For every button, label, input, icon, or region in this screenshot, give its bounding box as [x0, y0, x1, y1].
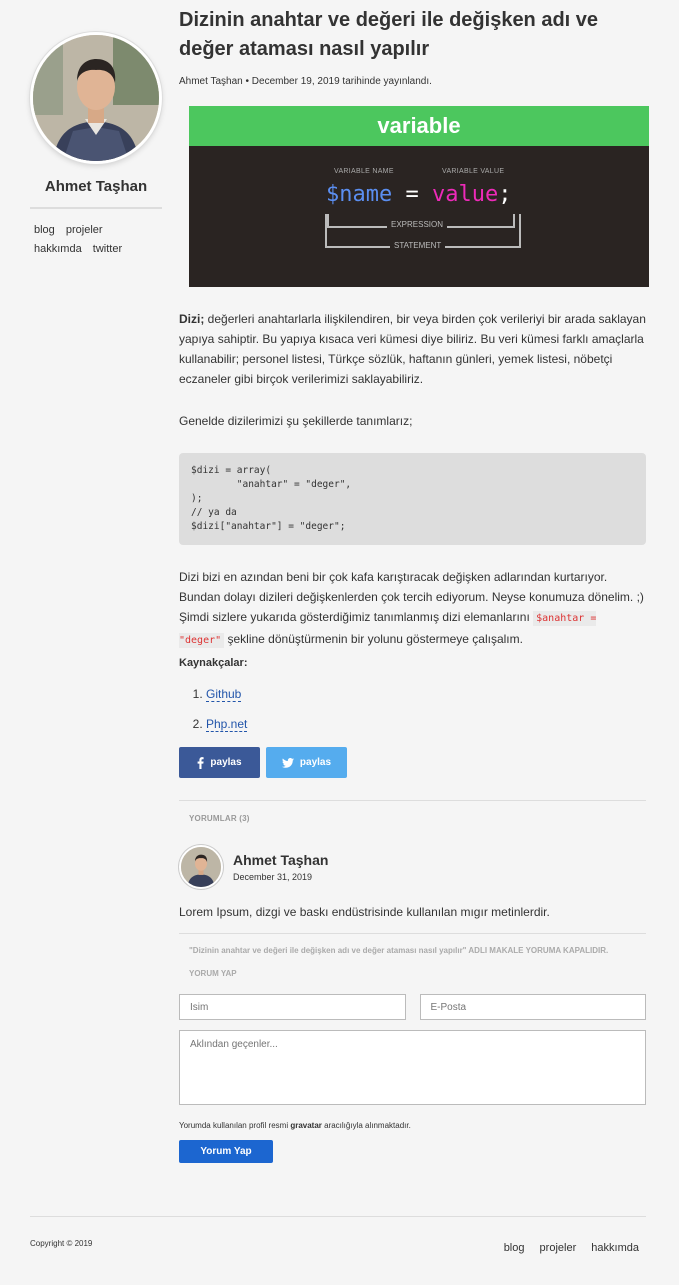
twitter-share-label: paylas [299, 757, 332, 768]
twitter-share-button[interactable]: paylas [266, 747, 347, 778]
gravatar-note-post: aracılığıyla alınmaktadır. [321, 1121, 411, 1130]
source-link-github[interactable]: Github [206, 687, 242, 702]
footer-nav-hakkimda[interactable]: hakkımda [591, 1242, 639, 1254]
nav-hakkimda[interactable]: hakkımda [34, 243, 82, 255]
comment-author-photo [181, 847, 221, 887]
author-photo [33, 35, 159, 161]
sidebar-nav: blog projeler hakkımda twitter [30, 221, 162, 259]
comments-divider [179, 800, 646, 801]
comments-closed-notice: "Dizinin anahtar ve değeri ile değişken … [189, 946, 609, 955]
footer-nav: blog projeler hakkımda [492, 1242, 639, 1254]
hero-heading: variable [189, 106, 649, 146]
define-paragraph: Genelde dizilerimizi şu şekillerde tanım… [179, 414, 413, 428]
share-buttons: paylas paylas [179, 747, 646, 778]
comment-avatar [179, 845, 223, 889]
list-item: Php.net [206, 717, 646, 732]
hero-label-value: VARIABLE VALUE [442, 168, 505, 175]
comment-author: Ahmet Taşhan [233, 852, 329, 868]
reply-divider [179, 933, 646, 934]
hero-image: variable VARIABLE NAME VARIABLE VALUE $n… [189, 106, 649, 287]
reply-form-row [179, 994, 646, 1020]
footer-nav-blog[interactable]: blog [504, 1242, 525, 1254]
intro-text: değerleri anahtarlarla ilişkilendiren, b… [179, 312, 646, 386]
sidebar-divider [30, 207, 162, 209]
intro-paragraph: Dizi; değerleri anahtarlarla ilişkilendi… [179, 309, 646, 389]
statement-label: STATEMENT [390, 241, 446, 250]
nav-blog[interactable]: blog [34, 224, 55, 236]
comment-text: Lorem Ipsum, dizgi ve baskı endüstrisind… [179, 905, 550, 919]
facebook-icon [198, 756, 205, 769]
message-textarea[interactable] [179, 1030, 646, 1105]
hero-code-value: value [431, 182, 499, 207]
sources-title: Kaynakçalar: [179, 657, 248, 669]
nav-projeler[interactable]: projeler [66, 224, 103, 236]
post-title: Dizinin anahtar ve değeri ile değişken a… [179, 9, 599, 60]
list-item: Github [206, 687, 646, 702]
body-tail: şekline dönüştürmenin bir yolunu gösterm… [224, 632, 523, 646]
footer-divider [30, 1216, 646, 1217]
hero-code: $name = value; [326, 182, 511, 207]
name-input[interactable] [179, 994, 406, 1020]
hero-label-name: VARIABLE NAME [334, 168, 394, 175]
footer-nav-projeler[interactable]: projeler [540, 1242, 577, 1254]
comment-meta: Ahmet Taşhan December 31, 2019 [233, 852, 328, 882]
comment: Ahmet Taşhan December 31, 2019 [179, 845, 646, 889]
sources-list: Github Php.net [179, 687, 646, 732]
code-block: $dizi = array( "anahtar" = "deger", ); /… [179, 453, 646, 545]
body-paragraph: Dizi bizi en azından beni bir çok kafa k… [179, 567, 646, 651]
sidebar: Ahmet Taşhan blog projeler hakkımda twit… [30, 32, 162, 259]
comments-header: YORUMLAR (3) [189, 814, 250, 823]
gravatar-link[interactable]: gravatar [290, 1121, 322, 1130]
intro-bold: Dizi; [179, 312, 205, 326]
post: Dizinin anahtar ve değeri ile değişken a… [179, 6, 649, 1163]
submit-comment-button[interactable]: Yorum Yap [179, 1140, 273, 1163]
twitter-icon [281, 757, 294, 768]
post-meta: Ahmet Taşhan • December 19, 2019 tarihin… [179, 76, 432, 87]
source-link-phpnet[interactable]: Php.net [206, 717, 248, 732]
gravatar-note-pre: Yorumda kullanılan profil resmi [179, 1121, 291, 1130]
comment-date: December 31, 2019 [233, 872, 313, 882]
author-name: Ahmet Taşhan [44, 178, 148, 195]
copyright: Copyright © 2019 [30, 1239, 93, 1248]
email-input[interactable] [419, 994, 646, 1020]
facebook-share-button[interactable]: paylas [179, 747, 260, 778]
avatar[interactable] [30, 32, 162, 164]
reply-header: YORUM YAP [189, 969, 237, 978]
hero-code-semi: ; [498, 182, 512, 207]
facebook-share-label: paylas [210, 757, 242, 768]
nav-twitter[interactable]: twitter [93, 243, 122, 255]
gravatar-note: Yorumda kullanılan profil resmi gravatar… [179, 1121, 646, 1130]
hero-code-name: $name [326, 182, 393, 207]
hero-code-eq: = [392, 182, 432, 207]
